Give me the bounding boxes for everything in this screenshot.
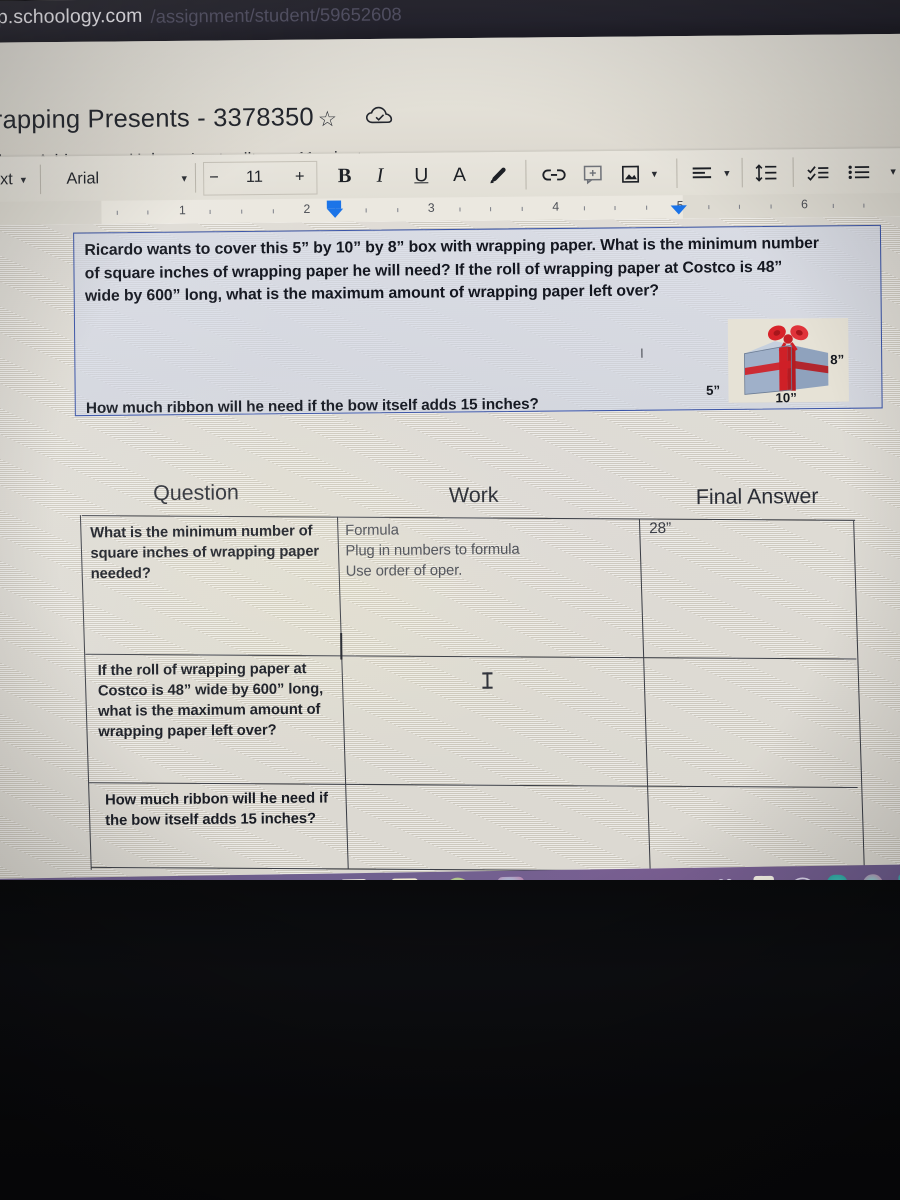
ruler-number: 4: [552, 199, 560, 214]
text-color-label: A: [452, 164, 467, 186]
document-title[interactable]: Wrapping Presents - 3378350: [0, 103, 314, 136]
line-spacing-icon[interactable]: [754, 149, 779, 195]
left-indent-marker[interactable]: [326, 208, 344, 218]
right-indent-marker[interactable]: [670, 205, 687, 215]
chevron-down-icon[interactable]: ▼: [644, 150, 660, 196]
cloud-drive-icon[interactable]: [365, 106, 394, 127]
column-heading-final-answer: Final Answer: [695, 484, 819, 510]
highlight-pen-icon[interactable]: [486, 152, 509, 198]
insert-link-icon[interactable]: [542, 151, 567, 197]
table-row[interactable]: How much ribbon will he need if the bow …: [105, 788, 340, 831]
url-host: app.schoology.com: [0, 5, 143, 29]
underline-label: U: [414, 164, 429, 186]
table-row[interactable]: What is the minimum number of square inc…: [90, 521, 331, 585]
ruler-number: 2: [303, 201, 311, 217]
question-text-box[interactable]: Ricardo wants to cover this 5” by 10” by…: [73, 224, 883, 418]
font-family-dropdown[interactable]: Arial ▼: [66, 155, 189, 202]
column-heading-question: Question: [153, 480, 239, 506]
font-size-label: 11: [245, 168, 263, 186]
table-row[interactable]: If the roll of wrapping paper at Costco …: [98, 659, 335, 743]
table-row[interactable]: 28”: [649, 517, 843, 539]
font-size-decrease-button[interactable]: −: [209, 155, 219, 201]
chevron-down-icon: ▼: [179, 172, 189, 184]
align-left-icon[interactable]: [690, 150, 713, 196]
gift-height-label: 8”: [830, 351, 845, 368]
url-path: /assignment/student/59652608: [150, 4, 402, 27]
chevron-down-icon[interactable]: ▼: [716, 150, 732, 196]
docs-header: Wrapping Presents - 3378350 ☆ Tools Add-…: [0, 33, 900, 171]
add-comment-icon[interactable]: [582, 151, 603, 197]
underline-button[interactable]: U: [414, 153, 428, 199]
ruler-number: 6: [801, 196, 809, 212]
minus-icon: −: [209, 168, 219, 186]
plus-icon: +: [294, 167, 305, 186]
document-page[interactable]: Ricardo wants to cover this 5” by 10” by…: [0, 216, 900, 884]
font-size-value[interactable]: 11: [246, 154, 263, 200]
paragraph-style-label: ext: [0, 170, 13, 189]
gift-box-image[interactable]: 5” 10” 8”: [706, 317, 849, 406]
gift-width-label: 5”: [705, 382, 721, 398]
photo-of-laptop: app.schoology.com /assignment/student/59…: [0, 0, 900, 1200]
italic-label: I: [376, 164, 384, 187]
font-size-increase-button[interactable]: +: [295, 154, 305, 200]
text-artifact: [641, 348, 643, 358]
first-line-indent-marker[interactable]: [326, 200, 342, 209]
insert-image-icon[interactable]: [621, 151, 640, 197]
laptop-keyboard: F3 F4 F5 F6 F7 F8 F9 F10 F11: [0, 1120, 900, 1200]
bold-button[interactable]: B: [338, 153, 352, 199]
star-icon[interactable]: ☆: [318, 107, 337, 133]
text-insertion-cursor: [340, 632, 342, 660]
chevron-down-icon[interactable]: ▼: [882, 148, 898, 194]
bulleted-list-icon[interactable]: [848, 148, 871, 194]
italic-button[interactable]: I: [376, 153, 383, 199]
ribbon-question-paragraph: How much ribbon will he need if the bow …: [85, 395, 539, 418]
answer-table[interactable]: What is the minimum number of square inc…: [79, 508, 866, 874]
ruler-number: 1: [178, 202, 186, 218]
chevron-down-icon: ▼: [18, 174, 29, 185]
paragraph-style-dropdown[interactable]: ext ▼: [0, 157, 28, 203]
ruler-number: 3: [427, 200, 435, 215]
mouse-cursor-ibeam: [486, 672, 489, 689]
font-family-label: Arial: [66, 169, 100, 188]
laptop-screen: app.schoology.com /assignment/student/59…: [0, 0, 900, 912]
bold-label: B: [337, 164, 352, 188]
table-row[interactable]: Formula Plug in numbers to formula Use o…: [345, 518, 631, 582]
checklist-icon[interactable]: [807, 149, 830, 195]
question-paragraph: Ricardo wants to cover this 5” by 10” by…: [84, 234, 819, 305]
gift-length-label: 10”: [775, 389, 797, 406]
column-heading-work: Work: [448, 483, 499, 508]
